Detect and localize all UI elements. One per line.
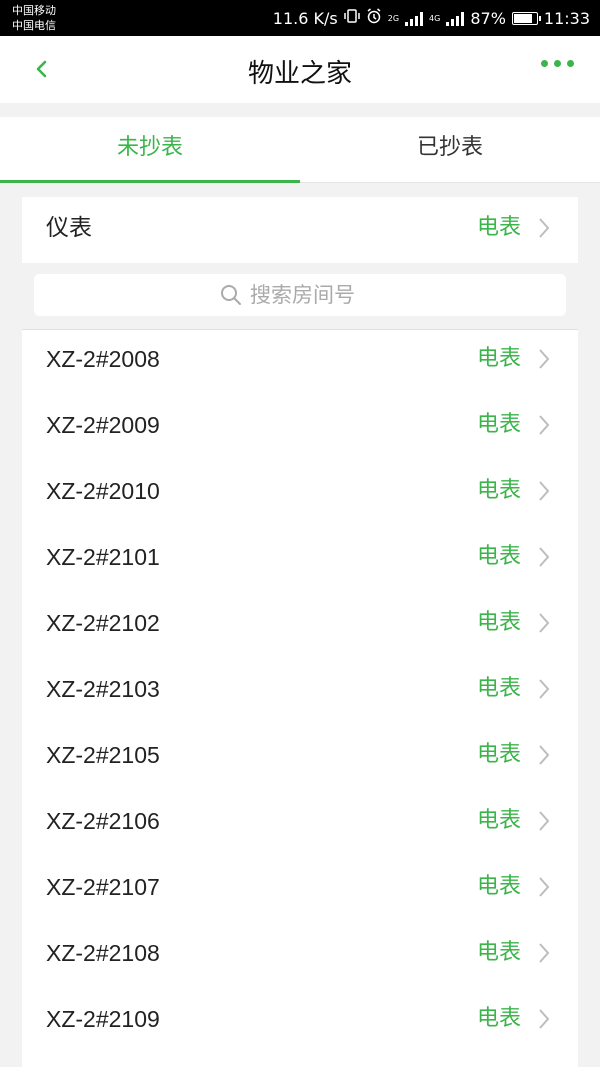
room-number: XZ-2#2106 — [46, 808, 160, 834]
chevron-right-icon — [539, 1009, 550, 1029]
list-item[interactable]: XZ-2#2107 电表 — [22, 858, 578, 924]
battery-icon — [511, 11, 541, 25]
room-list: XZ-2#2008 电表 XZ-2#2009 电表 XZ-2#2010 电表 XZ-2#21… — [22, 329, 578, 1067]
meter-type-label: 仪表 — [46, 215, 92, 241]
chevron-right-icon — [539, 349, 550, 369]
meter-type: 电表 — [476, 940, 521, 965]
meter-type: 电表 — [476, 412, 521, 437]
list-item[interactable]: XZ-2#2102 电表 — [22, 594, 578, 660]
vibrate-icon — [343, 8, 360, 28]
meter-type: 电表 — [476, 346, 521, 371]
search-box[interactable] — [34, 274, 566, 316]
more-dots-icon — [554, 60, 561, 67]
status-icons: 11.6 K/s 2G 4G 87% 11:33 — [273, 0, 590, 36]
signal-icon — [405, 10, 424, 26]
alarm-icon — [366, 8, 382, 28]
room-number: XZ-2#2105 — [46, 742, 160, 768]
battery-fill — [513, 13, 532, 23]
carrier-2: 中国电信 — [12, 19, 56, 32]
room-number: XZ-2#2101 — [46, 544, 160, 570]
battery-percent: 87% — [470, 8, 506, 28]
list-item[interactable]: XZ-2#2008 电表 — [22, 330, 578, 396]
more-button[interactable] — [541, 60, 574, 67]
meter-type: 电表 — [476, 676, 521, 701]
chevron-right-icon — [539, 481, 550, 501]
network-4g-tag: 4G — [429, 13, 441, 23]
room-number: XZ-2#2010 — [46, 478, 160, 504]
meter-type: 电表 — [476, 610, 521, 635]
room-number: XZ-2#2103 — [46, 676, 160, 702]
navigation-bar: 物业之家 — [0, 36, 600, 103]
tab-read[interactable]: 已抄表 — [300, 117, 600, 182]
meter-type: 电表 — [476, 874, 521, 899]
page-title: 物业之家 — [247, 59, 352, 89]
room-number: XZ-2#2102 — [46, 610, 160, 636]
net-speed: 11.6 K/s — [272, 8, 338, 28]
chevron-right-icon — [539, 943, 550, 963]
list-item[interactable]: XZ-2#2101 电表 — [22, 528, 578, 594]
chevron-right-icon — [539, 613, 550, 633]
tab-bar: 未抄表 已抄表 — [0, 117, 600, 183]
search-input[interactable] — [250, 283, 380, 307]
chevron-right-icon — [539, 547, 550, 567]
room-number: XZ-2#2109 — [46, 1006, 160, 1032]
meter-type: 电表 — [476, 478, 521, 503]
meter-type: 电表 — [476, 808, 521, 833]
tab-unread[interactable]: 未抄表 — [0, 117, 300, 183]
list-item[interactable]: XZ-2#2109 电表 — [22, 990, 578, 1056]
meter-type: 电表 — [476, 544, 521, 569]
list-item[interactable]: XZ-2#2009 电表 — [22, 396, 578, 462]
room-number: XZ-2#2009 — [46, 412, 160, 438]
carrier-info: 中国移动 中国电信 — [12, 3, 56, 33]
search-area — [22, 263, 578, 329]
chevron-right-icon — [539, 218, 550, 238]
list-item[interactable]: XZ-2#2108 电表 — [22, 924, 578, 990]
list-item[interactable]: XZ-2#2105 电表 — [22, 726, 578, 792]
room-number: XZ-2#2107 — [46, 874, 160, 900]
chevron-right-icon — [539, 811, 550, 831]
meter-type-value: 电表 — [476, 215, 521, 240]
carrier-1: 中国移动 — [12, 4, 56, 17]
search-icon — [221, 285, 241, 305]
meter-type: 电表 — [476, 742, 521, 767]
room-number: XZ-2#2008 — [46, 346, 160, 372]
chevron-right-icon — [539, 679, 550, 699]
status-bar: 中国移动 中国电信 11.6 K/s 2G 4G 87% 11:33 — [0, 0, 600, 36]
room-number: XZ-2#2108 — [46, 940, 160, 966]
more-dots-icon — [541, 60, 548, 67]
more-dots-icon — [567, 60, 574, 67]
chevron-right-icon — [539, 745, 550, 765]
list-item[interactable]: XZ-2#2010 电表 — [22, 462, 578, 528]
network-2g-tag: 2G — [387, 13, 400, 23]
list-item[interactable]: XZ-2#2103 电表 — [22, 660, 578, 726]
chevron-right-icon — [539, 877, 550, 897]
list-item[interactable]: XZ-2#2106 电表 — [22, 792, 578, 858]
clock: 11:33 — [543, 8, 590, 28]
chevron-right-icon — [539, 415, 550, 435]
meter-type: 电表 — [476, 1006, 521, 1031]
signal-icon — [446, 10, 465, 26]
meter-type-selector[interactable]: 仪表 电表 — [22, 197, 578, 263]
